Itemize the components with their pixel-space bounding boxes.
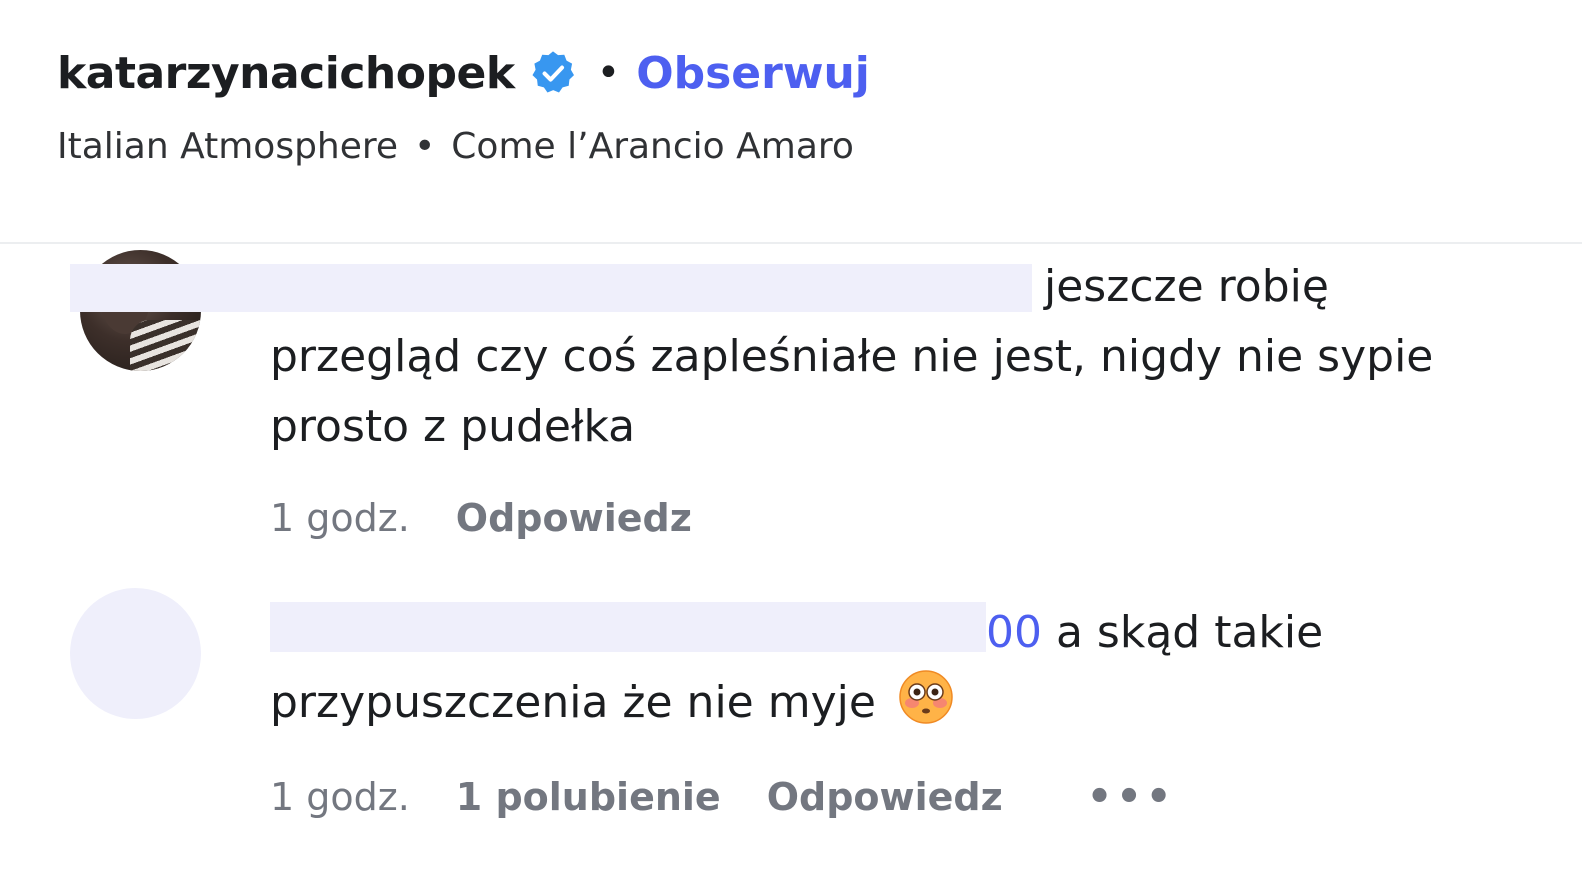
redacted-mention: [270, 602, 986, 652]
comment-text-line2: przypuszczenia że nie myje: [270, 668, 1510, 738]
header-divider: [0, 242, 1582, 244]
follow-button[interactable]: Obserwuj: [636, 48, 870, 99]
header-title-row: katarzynacichopek • Obserwuj: [57, 40, 870, 106]
comment-meta: 1 godz. Odpowiedz: [270, 496, 692, 540]
music-title: Come l’Arancio Amaro: [451, 126, 854, 167]
post-header: katarzynacichopek • Obserwuj Italian Atm…: [57, 40, 870, 168]
more-options-icon[interactable]: •••: [1087, 774, 1176, 820]
comment-text-body: przypuszczenia że nie myje: [270, 677, 876, 728]
comment-time[interactable]: 1 godz.: [270, 775, 410, 819]
comment-text-start: a skąd takie: [1042, 607, 1324, 658]
music-separator: •: [414, 126, 436, 167]
comment-time[interactable]: 1 godz.: [270, 496, 410, 540]
verified-badge-icon: [532, 51, 574, 93]
avatar-clothing: [130, 320, 200, 371]
reply-button[interactable]: Odpowiedz: [456, 496, 692, 540]
avatar[interactable]: [70, 588, 201, 719]
mention-link[interactable]: 00: [986, 607, 1042, 658]
reply-button[interactable]: Odpowiedz: [767, 775, 1003, 819]
music-info[interactable]: Italian Atmosphere • Come l’Arancio Amar…: [57, 126, 870, 167]
header-separator: •: [596, 50, 621, 96]
music-artist: Italian Atmosphere: [57, 126, 399, 167]
flushed-face-icon: [899, 670, 953, 724]
redacted-username: [70, 264, 1032, 312]
comment-text-body: przegląd czy coś zapleśniałe nie jest, n…: [270, 331, 1434, 452]
username-link[interactable]: katarzynacichopek: [57, 48, 515, 99]
comment-meta: 1 godz. 1 polubienie Odpowiedz •••: [270, 774, 1175, 820]
likes-count-link[interactable]: 1 polubienie: [456, 775, 721, 819]
